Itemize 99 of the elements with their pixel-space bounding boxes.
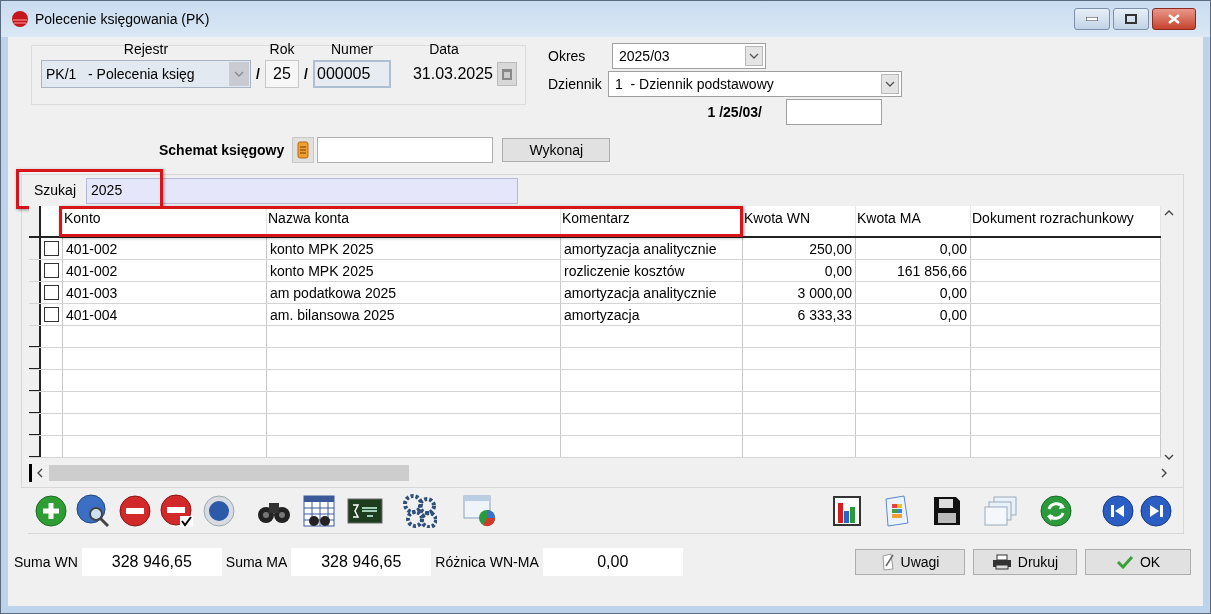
table-cell: 401-003 [63, 282, 267, 303]
window-title: Polecenie księgowania (PK) [35, 9, 210, 29]
add-icon[interactable] [35, 494, 67, 527]
row-header [29, 414, 41, 435]
spreadsheet-icon[interactable] [884, 494, 910, 527]
window-chart-icon[interactable] [463, 493, 497, 528]
scroll-left-icon [37, 468, 43, 478]
row-header [29, 304, 41, 325]
circle-icon[interactable] [203, 494, 235, 527]
close-button[interactable] [1152, 8, 1196, 30]
table-cell: 0,00 [856, 282, 971, 303]
close-icon [1168, 14, 1180, 24]
journal-number-field[interactable] [786, 99, 882, 125]
formula-board-icon[interactable] [347, 496, 383, 525]
row-header [29, 326, 41, 347]
scrollbar-thumb[interactable] [49, 465, 409, 481]
table-binoculars-icon[interactable] [303, 494, 335, 527]
row-checkbox[interactable] [44, 307, 59, 322]
total-value: 328 946,65 [81, 548, 222, 576]
table-cell: 0,00 [856, 238, 971, 259]
table-cell: 3 000,00 [743, 282, 856, 303]
register-dropdown[interactable]: PK/1 - Polecenia księg [41, 60, 251, 88]
table-cell: 6 333,33 [743, 304, 856, 325]
scroll-down-icon [1164, 454, 1174, 460]
table-cell: amortyzacja analitycznie [561, 238, 743, 259]
row-header [29, 282, 41, 303]
restore-icon [1125, 14, 1137, 24]
column-header[interactable]: Komentarz [561, 206, 743, 236]
total-label: Suma MA [225, 552, 288, 572]
table-cell: 0,00 [743, 260, 856, 281]
column-header[interactable]: Nazwa konta [267, 206, 561, 236]
execute-button[interactable]: Wykonaj [502, 138, 611, 162]
remove-icon[interactable] [119, 494, 151, 527]
date-value: 31.03.2025 [411, 64, 494, 84]
separator: / [303, 64, 309, 84]
row-header [29, 392, 41, 413]
number-field[interactable]: 000005 [313, 60, 391, 88]
last-record-icon[interactable] [1140, 494, 1172, 527]
separator: / [255, 64, 261, 84]
number-label: Numer [330, 39, 374, 59]
posting-scheme-field[interactable] [317, 137, 494, 163]
dialog-button[interactable]: Drukuj [973, 549, 1077, 575]
year-label: Rok [268, 39, 296, 59]
remove-checked-icon[interactable] [160, 493, 194, 528]
table-cell: konto MPK 2025 [267, 238, 561, 259]
row-header [29, 436, 41, 457]
column-header[interactable]: Kwota MA [856, 206, 971, 236]
table-cell: 401-002 [63, 238, 267, 259]
row-checkbox[interactable] [44, 263, 59, 278]
minimize-icon [1086, 17, 1098, 21]
bar-chart-icon[interactable] [832, 494, 862, 527]
table-cell: 401-002 [63, 260, 267, 281]
table-cell: rozliczenie kosztów [561, 260, 743, 281]
total-value: 328 946,65 [291, 548, 432, 576]
table-cell: 401-004 [63, 304, 267, 325]
table-cell: am. bilansowa 2025 [267, 304, 561, 325]
refresh-icon[interactable] [1040, 494, 1072, 527]
total-label: Różnica WN-MA [435, 552, 539, 572]
app-icon [11, 10, 29, 28]
date-label: Data [428, 39, 460, 59]
maximize-button[interactable] [1113, 8, 1149, 30]
period-dropdown[interactable]: 2025/03 [612, 43, 766, 69]
journal-dropdown[interactable]: 1 - Dziennik podstawowy [608, 71, 902, 97]
ledger-icon[interactable] [292, 137, 315, 163]
dialog-button[interactable]: OK [1085, 549, 1191, 575]
printer-icon [991, 554, 1012, 570]
first-record-icon[interactable] [1102, 494, 1134, 527]
year-field[interactable]: 25 [265, 60, 299, 88]
scroll-up-icon [1164, 210, 1174, 216]
row-checkbox[interactable] [44, 285, 59, 300]
journal-label: Dziennik [548, 74, 603, 94]
journal-number-prefix: 1 /25/03/ [706, 102, 763, 122]
search-label: Szukaj [34, 181, 77, 200]
table-cell: 0,00 [856, 304, 971, 325]
search-field[interactable]: 2025 [86, 177, 519, 204]
period-label: Okres [548, 46, 587, 66]
note-icon [880, 553, 895, 571]
row-header [29, 370, 41, 391]
gears-icon[interactable] [403, 493, 437, 528]
table-cell: amortyzacja [561, 304, 743, 325]
row-checkbox[interactable] [44, 241, 59, 256]
table-cell: 250,00 [743, 238, 856, 259]
dialog-button[interactable]: Uwagi [855, 549, 965, 575]
table-cell: 161 856,66 [856, 260, 971, 281]
row-header [29, 348, 41, 369]
row-header [29, 260, 41, 281]
search-document-icon[interactable] [76, 493, 110, 528]
total-label: Suma WN [14, 552, 78, 572]
posting-scheme-label: Schemat księgowy [159, 140, 285, 160]
scroll-right-icon [1161, 468, 1167, 478]
table-cell: konto MPK 2025 [267, 260, 561, 281]
column-header[interactable]: Kwota WN [743, 206, 856, 236]
table-cell: amortyzacja analitycznie [561, 282, 743, 303]
save-icon[interactable] [932, 494, 962, 527]
checkmark-icon [1115, 555, 1134, 569]
column-header[interactable]: Konto [63, 206, 267, 236]
register-label: Rejestr [122, 39, 170, 59]
table-cell: am podatkowa 2025 [267, 282, 561, 303]
total-value: 0,00 [542, 548, 683, 576]
